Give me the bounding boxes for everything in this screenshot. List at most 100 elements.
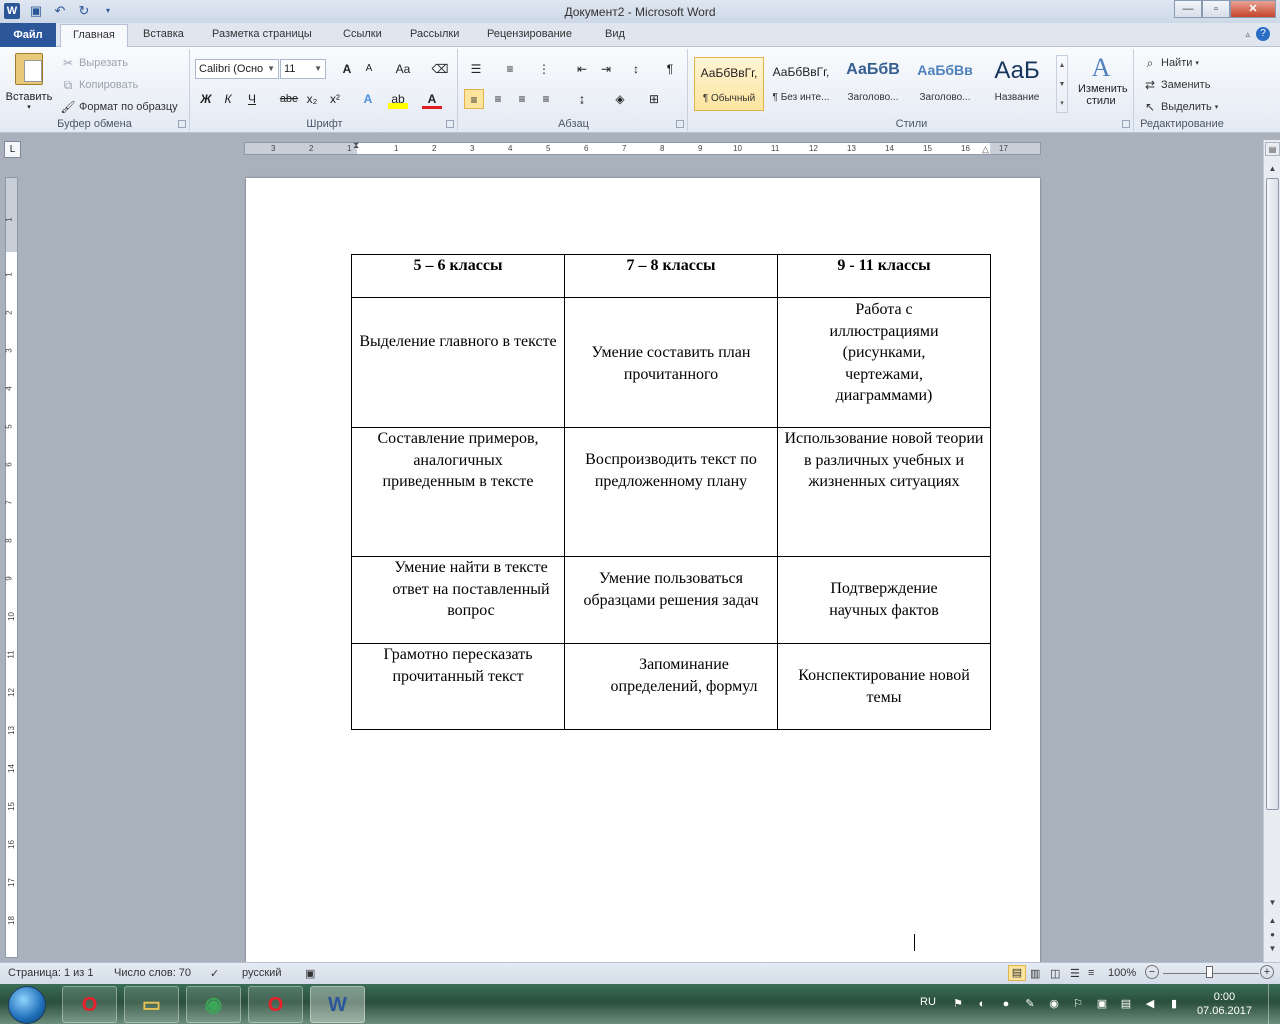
style-normal[interactable]: АаБбВвГг, ¶ Обычный [694, 57, 764, 111]
taskbar-opera-icon[interactable]: O [62, 986, 117, 1023]
line-spacing-icon[interactable]: ↨ [572, 89, 592, 109]
zoom-level[interactable]: 100% [1108, 967, 1136, 979]
start-button[interactable] [8, 986, 46, 1024]
vertical-scrollbar[interactable]: ▤ ▲ ▼ ▲ ● ▼ [1263, 140, 1280, 962]
tray-icon[interactable]: ◉ [1046, 996, 1062, 1012]
scrollbar-thumb[interactable] [1266, 178, 1279, 810]
help-icon[interactable]: ? [1256, 27, 1270, 41]
tab-references[interactable]: Ссылки [343, 28, 382, 40]
draft-icon[interactable]: ≡ [1088, 967, 1094, 979]
format-painter-button[interactable]: 🖌 Формат по образцу [60, 99, 177, 115]
full-screen-reading-icon[interactable]: ▥ [1030, 967, 1040, 980]
minimize-button[interactable]: — [1174, 0, 1202, 18]
table-cell[interactable]: Воспроизводить текст по предложенному пл… [564, 427, 778, 557]
table-cell[interactable]: Конспектирование новой темы [777, 643, 991, 730]
tray-icon[interactable]: ⚑ [950, 996, 966, 1012]
right-indent-marker-icon[interactable]: △ [982, 144, 989, 155]
document-table[interactable]: 5 – 6 классы 7 – 8 классы 9 - 11 классы … [351, 254, 991, 730]
copy-button[interactable]: ⧉ Копировать [60, 77, 139, 93]
tray-icon[interactable]: ● [998, 996, 1014, 1012]
style-heading-1[interactable]: АаБбВ Заголово... [838, 57, 908, 111]
tab-file[interactable]: Файл [0, 23, 56, 47]
decrease-indent-icon[interactable]: ⇤ [572, 59, 592, 79]
styles-launcher[interactable] [1122, 120, 1130, 128]
table-cell[interactable]: Грамотно пересказать прочитанный текст [351, 643, 565, 730]
grow-font-button[interactable]: A [337, 59, 357, 79]
table-cell[interactable]: Работа с иллюстрациями (рисунками, черте… [777, 297, 991, 428]
table-cell[interactable]: Выделение главного в тексте [351, 297, 565, 428]
vertical-ruler[interactable]: 1 1 2 3 4 5 6 7 8 9 10 11 12 13 14 15 16… [5, 177, 18, 958]
select-button[interactable]: ↖ Выделить ▾ [1142, 99, 1218, 115]
scroll-up-icon[interactable]: ▲ [1265, 162, 1280, 176]
sort-icon[interactable]: ↕ [626, 59, 646, 79]
show-desktop-button[interactable] [1268, 984, 1280, 1024]
table-cell[interactable]: Умение найти в тексте ответ на поставлен… [351, 556, 565, 644]
tray-icon[interactable]: ▤ [1118, 996, 1134, 1012]
tray-icon[interactable]: ◐ [974, 996, 990, 1012]
bullets-icon[interactable]: ☰ [466, 59, 486, 79]
print-layout-icon[interactable]: ▤ [1008, 965, 1026, 981]
paste-button[interactable]: Вставить ▾ [4, 53, 54, 113]
font-launcher[interactable] [446, 120, 454, 128]
zoom-out-icon[interactable]: − [1145, 965, 1159, 979]
borders-icon[interactable]: ⊞ [644, 89, 664, 109]
style-no-spacing[interactable]: АаБбВвГг, ¶ Без инте... [766, 57, 836, 111]
style-title[interactable]: АаБ Название [982, 57, 1052, 111]
styles-scroll[interactable]: ▲ ▼ ▾ [1056, 55, 1068, 113]
clipboard-launcher[interactable] [178, 120, 186, 128]
scroll-down-icon[interactable]: ▼ [1265, 896, 1280, 910]
outline-icon[interactable]: ☰ [1070, 967, 1080, 980]
zoom-slider-thumb[interactable] [1206, 966, 1213, 978]
multilevel-list-icon[interactable]: ⋮ [534, 59, 554, 79]
table-cell[interactable]: Умение составить план прочитанного [564, 297, 778, 428]
indent-marker-icon[interactable]: ⧗ [353, 140, 359, 151]
italic-button[interactable]: К [218, 89, 238, 109]
tab-insert[interactable]: Вставка [143, 28, 184, 40]
web-layout-icon[interactable]: ◫ [1050, 967, 1060, 980]
style-heading-2[interactable]: АаБбВв Заголово... [910, 57, 980, 111]
tray-icon[interactable]: ✎ [1022, 996, 1038, 1012]
strikethrough-button[interactable]: abe [276, 89, 302, 109]
text-effects-icon[interactable]: A [358, 89, 378, 109]
clear-format-icon[interactable]: ⌫ [430, 59, 450, 79]
tab-mailings[interactable]: Рассылки [410, 28, 459, 40]
next-page-icon[interactable]: ▼ [1265, 942, 1280, 956]
change-case-button[interactable]: Aa [390, 59, 416, 79]
highlight-icon[interactable]: ab [388, 89, 408, 109]
change-styles-button[interactable]: A Изменить стили [1072, 53, 1130, 107]
table-cell[interactable]: Умение пользоваться образцами решения за… [564, 556, 778, 644]
table-cell[interactable]: Использование новой теории в различных у… [777, 427, 991, 557]
minimize-ribbon-icon[interactable]: ▵ [1245, 29, 1250, 40]
subscript-button[interactable]: x₂ [302, 89, 322, 109]
taskbar-explorer-icon[interactable]: ▭ [124, 986, 179, 1023]
horizontal-ruler[interactable]: 3 2 1 1 2 3 4 5 6 7 8 9 10 11 12 13 14 1… [244, 140, 1041, 155]
table-cell[interactable]: Подтверждение научных фактов [777, 556, 991, 644]
tab-selector[interactable]: L [4, 141, 21, 158]
previous-page-icon[interactable]: ▲ [1265, 914, 1280, 928]
zoom-in-icon[interactable]: + [1260, 965, 1274, 979]
justify-icon[interactable]: ≡ [536, 89, 556, 109]
pilcrow-button[interactable]: ¶ [660, 59, 680, 79]
close-button[interactable]: ✕ [1230, 0, 1276, 18]
numbering-icon[interactable]: ≡ [500, 59, 520, 79]
superscript-button[interactable]: x² [325, 89, 345, 109]
table-header-cell[interactable]: 7 – 8 классы [564, 254, 778, 298]
underline-button[interactable]: Ч [242, 89, 262, 109]
find-button[interactable]: ⌕ Найти ▾ [1142, 55, 1199, 71]
language-bar[interactable]: RU [920, 996, 936, 1008]
page-count[interactable]: Страница: 1 из 1 [8, 967, 94, 979]
cut-button[interactable]: ✂ Вырезать [60, 55, 128, 71]
taskbar-chrome-icon[interactable]: ◉ [186, 986, 241, 1023]
paragraph-launcher[interactable] [676, 120, 684, 128]
clock[interactable]: 0:00 07.06.2017 [1197, 990, 1252, 1018]
align-left-icon[interactable]: ≡ [464, 89, 484, 109]
bold-button[interactable]: Ж [196, 89, 216, 109]
volume-icon[interactable]: ◀ [1142, 996, 1158, 1012]
font-size-select[interactable]: 11 ▼ [280, 59, 326, 79]
tab-page-layout[interactable]: Разметка страницы [212, 28, 312, 40]
align-center-icon[interactable]: ≡ [488, 89, 508, 109]
tray-icon[interactable]: ▣ [1094, 996, 1110, 1012]
replace-button[interactable]: ⇄ Заменить [1142, 77, 1210, 93]
taskbar-word-icon[interactable]: W [310, 986, 365, 1023]
ruler-toggle-icon[interactable]: ▤ [1265, 142, 1280, 156]
